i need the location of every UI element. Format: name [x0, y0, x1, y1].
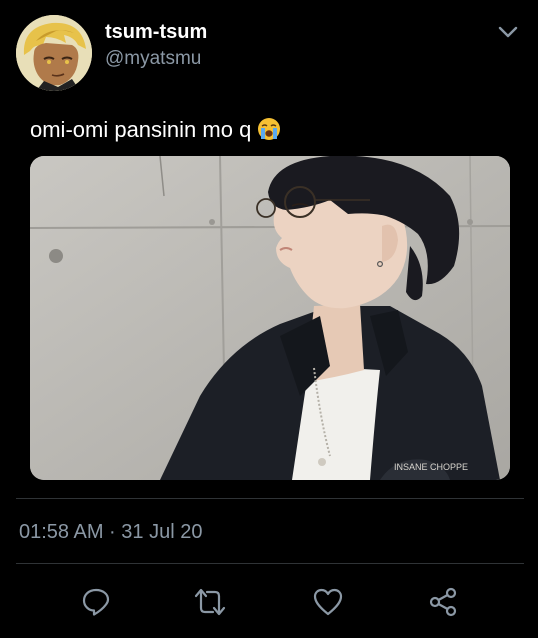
crying-face-emoji-icon [257, 117, 281, 141]
chevron-down-icon [498, 26, 518, 38]
heart-icon [313, 588, 343, 616]
avatar-illustration [16, 15, 92, 91]
user-info: tsum-tsum @myatsmu [105, 20, 207, 70]
tweet-text-content: omi-omi pansinin mo q [30, 117, 252, 142]
avatar[interactable] [16, 15, 92, 91]
tweet-actions-bar [0, 582, 538, 622]
retweet-icon [194, 588, 226, 616]
share-icon [429, 587, 457, 617]
photo-of-person-with-glasses: INSANE CHOPPE [30, 156, 510, 480]
divider [16, 498, 524, 499]
tweet-timestamp[interactable]: 01:58 AM · 31 Jul 20 [19, 520, 202, 544]
divider [16, 563, 524, 564]
user-handle[interactable]: @myatsmu [105, 48, 207, 70]
tweet-text: omi-omi pansinin mo q [30, 116, 281, 144]
retweet-button[interactable] [190, 582, 230, 622]
tweet-photo[interactable]: INSANE CHOPPE [30, 156, 510, 480]
more-menu-button[interactable] [496, 22, 520, 42]
share-button[interactable] [423, 582, 463, 622]
like-button[interactable] [308, 582, 348, 622]
display-name[interactable]: tsum-tsum [105, 20, 207, 44]
jacket-print-text: INSANE CHOPPE [394, 462, 468, 472]
reply-button[interactable] [76, 582, 116, 622]
reply-icon [82, 588, 110, 616]
